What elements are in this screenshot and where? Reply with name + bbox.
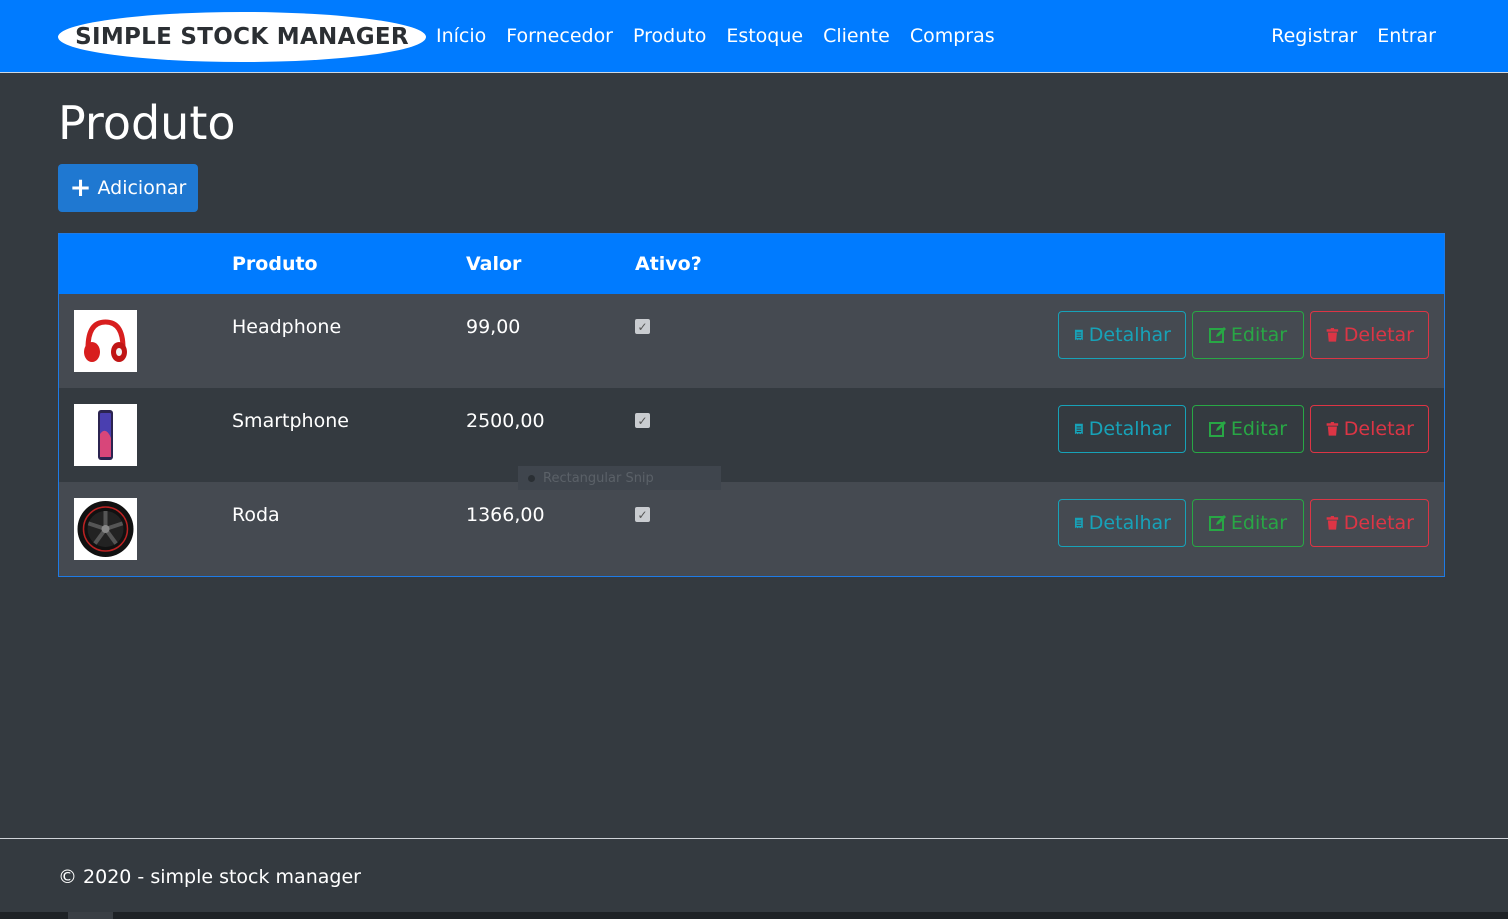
- trash-icon: [1326, 516, 1339, 530]
- edit-button[interactable]: Editar: [1192, 405, 1304, 453]
- plus-icon: +: [69, 173, 92, 203]
- receipt-icon: [1074, 517, 1083, 529]
- details-button[interactable]: Detalhar: [1058, 311, 1186, 359]
- details-label: Detalhar: [1088, 512, 1171, 534]
- row-actions: Detalhar Editar Deletar: [1058, 405, 1429, 453]
- delete-button[interactable]: Deletar: [1310, 405, 1429, 453]
- bottom-bar-tab[interactable]: [68, 912, 113, 919]
- page-title: Produto: [58, 96, 236, 150]
- brand-logo[interactable]: SIMPLE STOCK MANAGER: [58, 12, 426, 62]
- table-row: Headphone 99,00 ✓ Detalhar Editar Deleta…: [59, 294, 1444, 388]
- nav-link-compras[interactable]: Compras: [910, 25, 995, 47]
- ativo-checkbox[interactable]: ✓: [635, 507, 650, 522]
- cell-valor: 99,00: [466, 316, 521, 338]
- add-button[interactable]: + Adicionar: [58, 164, 198, 212]
- record-icon: [528, 474, 535, 482]
- details-label: Detalhar: [1088, 324, 1171, 346]
- delete-label: Deletar: [1343, 512, 1414, 534]
- footer-copyright: © 2020 - simple stock manager: [58, 866, 361, 888]
- bottom-bar: [0, 912, 1508, 919]
- headphone-icon: [74, 310, 137, 372]
- wheel-icon: [74, 498, 137, 560]
- nav-link-fornecedor[interactable]: Fornecedor: [506, 25, 613, 47]
- cell-valor: 2500,00: [466, 410, 545, 432]
- edit-icon: [1208, 421, 1226, 437]
- ativo-checkbox[interactable]: ✓: [635, 413, 650, 428]
- nav-link-produto[interactable]: Produto: [633, 25, 706, 47]
- nav-link-cliente[interactable]: Cliente: [823, 25, 890, 47]
- edit-button[interactable]: Editar: [1192, 499, 1304, 547]
- cell-valor: 1366,00: [466, 504, 545, 526]
- delete-label: Deletar: [1343, 418, 1414, 440]
- cell-produto: Smartphone: [232, 410, 349, 432]
- navbar: SIMPLE STOCK MANAGER Início Fornecedor P…: [0, 0, 1508, 73]
- products-table: Produto Valor Ativo? Headphone 99,00 ✓ D…: [58, 233, 1445, 577]
- cell-produto: Headphone: [232, 316, 342, 338]
- row-actions: Detalhar Editar Deletar: [1058, 499, 1429, 547]
- edit-label: Editar: [1230, 324, 1288, 346]
- table-row: Smartphone 2500,00 ✓ Detalhar Editar Del…: [59, 388, 1444, 482]
- nav-link-inicio[interactable]: Início: [436, 25, 486, 47]
- header-ativo: Ativo?: [635, 253, 702, 275]
- table-row: Roda 1366,00 ✓ Detalhar Editar Deletar: [59, 482, 1444, 576]
- trash-icon: [1326, 328, 1339, 342]
- cell-produto: Roda: [232, 504, 280, 526]
- details-button[interactable]: Detalhar: [1058, 499, 1186, 547]
- delete-label: Deletar: [1343, 324, 1414, 346]
- nav-account: Registrar Entrar: [1271, 25, 1436, 47]
- ativo-checkbox[interactable]: ✓: [635, 319, 650, 334]
- nav-link-entrar[interactable]: Entrar: [1377, 25, 1436, 47]
- table-header: Produto Valor Ativo?: [59, 234, 1444, 294]
- smartphone-icon: [74, 404, 137, 466]
- details-button[interactable]: Detalhar: [1058, 405, 1186, 453]
- receipt-icon: [1074, 423, 1083, 435]
- trash-icon: [1326, 422, 1339, 436]
- footer-divider: [0, 838, 1508, 839]
- delete-button[interactable]: Deletar: [1310, 311, 1429, 359]
- nav-link-registrar[interactable]: Registrar: [1271, 25, 1357, 47]
- delete-button[interactable]: Deletar: [1310, 499, 1429, 547]
- edit-icon: [1208, 327, 1226, 343]
- add-button-label: Adicionar: [97, 177, 187, 199]
- brand-text: SIMPLE STOCK MANAGER: [75, 24, 409, 50]
- header-produto: Produto: [232, 253, 318, 275]
- nav-link-estoque[interactable]: Estoque: [726, 25, 803, 47]
- snip-ghost-label: Rectangular Snip: [543, 470, 654, 486]
- edit-label: Editar: [1230, 418, 1288, 440]
- edit-label: Editar: [1230, 512, 1288, 534]
- details-label: Detalhar: [1088, 418, 1171, 440]
- header-valor: Valor: [466, 253, 522, 275]
- row-actions: Detalhar Editar Deletar: [1058, 311, 1429, 359]
- edit-icon: [1208, 515, 1226, 531]
- snip-ghost-overlay: Rectangular Snip: [518, 466, 721, 490]
- edit-button[interactable]: Editar: [1192, 311, 1304, 359]
- receipt-icon: [1074, 329, 1083, 341]
- nav-main: Início Fornecedor Produto Estoque Client…: [436, 25, 995, 47]
